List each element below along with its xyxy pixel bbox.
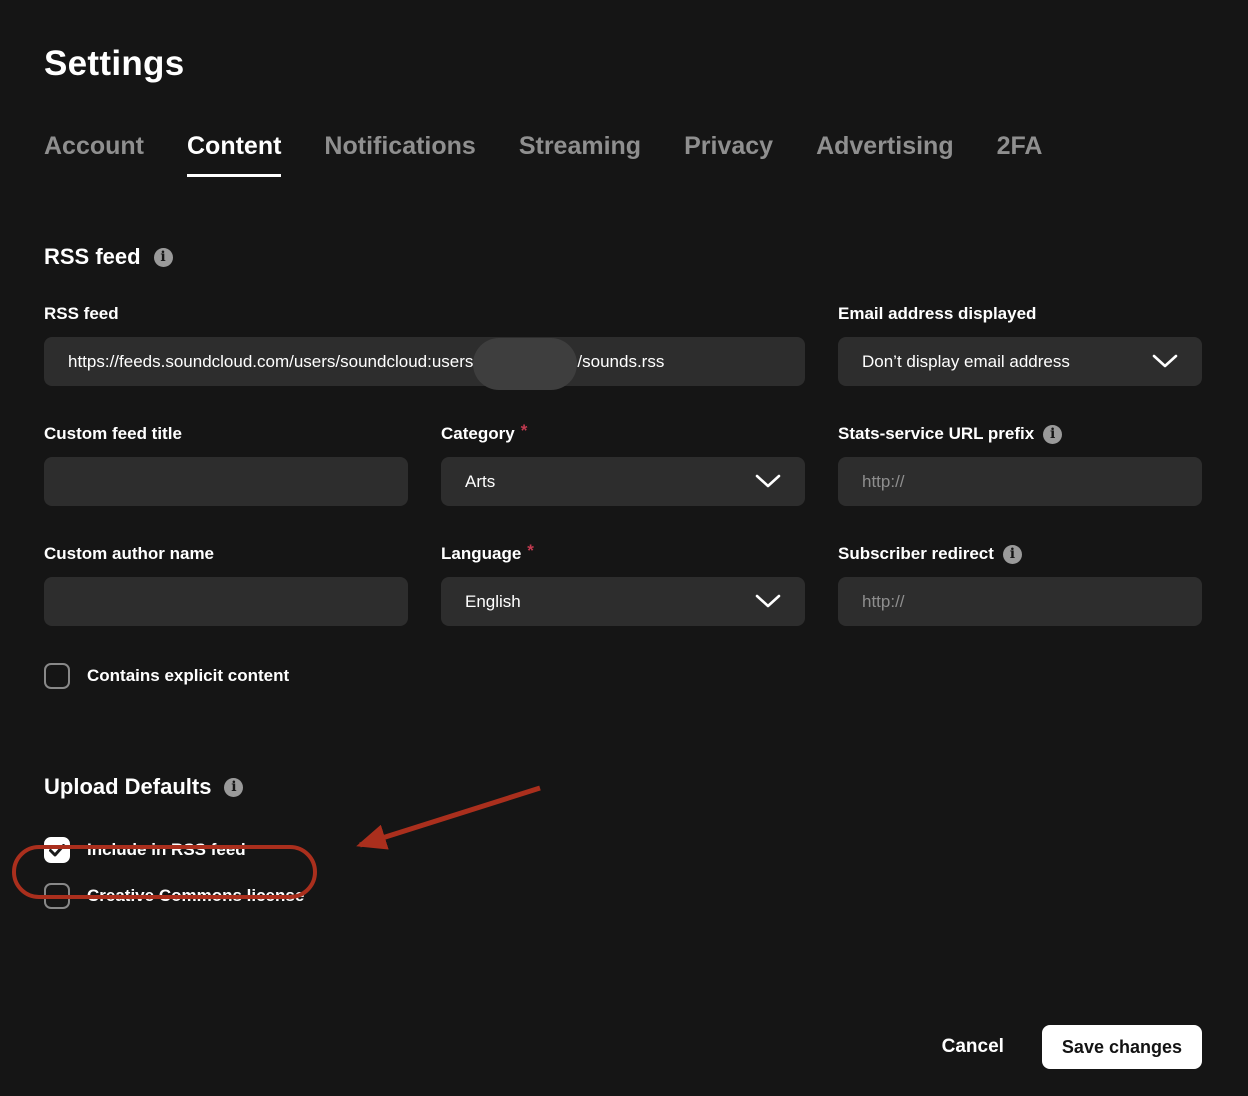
custom-author-name-label: Custom author name (44, 544, 408, 564)
category-value: Arts (465, 472, 495, 492)
rss-url-suffix: /sounds.rss (577, 352, 664, 372)
explicit-content-row: Contains explicit content (44, 663, 1202, 689)
explicit-content-checkbox[interactable] (44, 663, 70, 689)
tab-advertising[interactable]: Advertising (816, 132, 954, 177)
subscriber-redirect-input[interactable] (838, 577, 1202, 626)
stats-url-prefix-field: Stats-service URL prefix i (838, 424, 1202, 506)
subscriber-redirect-label: Subscriber redirect i (838, 544, 1202, 564)
include-in-rss-label: Include in RSS feed (87, 840, 246, 860)
include-in-rss-checkbox[interactable] (44, 837, 70, 863)
custom-feed-title-input[interactable] (44, 457, 408, 506)
save-changes-button[interactable]: Save changes (1042, 1025, 1202, 1069)
email-displayed-select[interactable]: Don’t display email address (838, 337, 1202, 386)
settings-tabs: Account Content Notifications Streaming … (44, 132, 1202, 177)
creative-commons-label: Creative Commons license (87, 886, 304, 906)
page-title: Settings (44, 44, 1202, 84)
info-icon[interactable]: i (154, 248, 173, 267)
explicit-content-label: Contains explicit content (87, 666, 289, 686)
rss-feed-form: RSS feed https://feeds.soundcloud.com/us… (44, 304, 1202, 626)
custom-feed-title-label: Custom feed title (44, 424, 408, 444)
rss-feed-url-input[interactable]: https://feeds.soundcloud.com/users/sound… (44, 337, 805, 386)
email-displayed-value: Don’t display email address (862, 352, 1070, 372)
custom-feed-title-field: Custom feed title (44, 424, 408, 506)
settings-page: Settings Account Content Notifications S… (0, 0, 1248, 1096)
custom-author-name-field: Custom author name (44, 544, 408, 626)
tab-2fa[interactable]: 2FA (997, 132, 1043, 177)
email-displayed-field: Email address displayed Don’t display em… (838, 304, 1202, 386)
stats-url-prefix-input[interactable] (838, 457, 1202, 506)
stats-url-prefix-label: Stats-service URL prefix i (838, 424, 1202, 444)
category-label: Category* (441, 424, 805, 444)
info-icon[interactable]: i (224, 778, 243, 797)
rss-feed-label: RSS feed (44, 304, 805, 324)
upload-defaults-heading: Upload Defaults i (44, 774, 1202, 800)
tab-account[interactable]: Account (44, 132, 144, 177)
subscriber-redirect-field: Subscriber redirect i (838, 544, 1202, 626)
language-label: Language* (441, 544, 805, 564)
category-select[interactable]: Arts (441, 457, 805, 506)
creative-commons-checkbox[interactable] (44, 883, 70, 909)
include-in-rss-row: Include in RSS feed (44, 837, 1202, 863)
chevron-down-icon (755, 474, 781, 489)
chevron-down-icon (1152, 354, 1178, 369)
upload-defaults-heading-text: Upload Defaults (44, 774, 211, 800)
language-select[interactable]: English (441, 577, 805, 626)
info-icon[interactable]: i (1043, 425, 1062, 444)
creative-commons-row: Creative Commons license (44, 883, 1202, 909)
custom-author-name-input[interactable] (44, 577, 408, 626)
rss-feed-heading-text: RSS feed (44, 244, 141, 270)
rss-feed-field: RSS feed https://feeds.soundcloud.com/us… (44, 304, 805, 386)
language-value: English (465, 592, 521, 612)
language-field: Language* English (441, 544, 805, 626)
checkmark-icon (49, 844, 65, 857)
redacted-user-id (473, 338, 577, 390)
cancel-button[interactable]: Cancel (942, 1036, 1004, 1058)
tab-notifications[interactable]: Notifications (324, 132, 475, 177)
email-displayed-label: Email address displayed (838, 304, 1202, 324)
required-asterisk: * (527, 541, 534, 561)
category-field: Category* Arts (441, 424, 805, 506)
rss-url-prefix: https://feeds.soundcloud.com/users/sound… (68, 352, 473, 372)
chevron-down-icon (755, 594, 781, 609)
tab-content[interactable]: Content (187, 132, 281, 177)
required-asterisk: * (521, 421, 528, 441)
footer-actions: Cancel Save changes (942, 1025, 1202, 1069)
tab-streaming[interactable]: Streaming (519, 132, 641, 177)
tab-privacy[interactable]: Privacy (684, 132, 773, 177)
info-icon[interactable]: i (1003, 545, 1022, 564)
rss-feed-section-heading: RSS feed i (44, 244, 1202, 270)
